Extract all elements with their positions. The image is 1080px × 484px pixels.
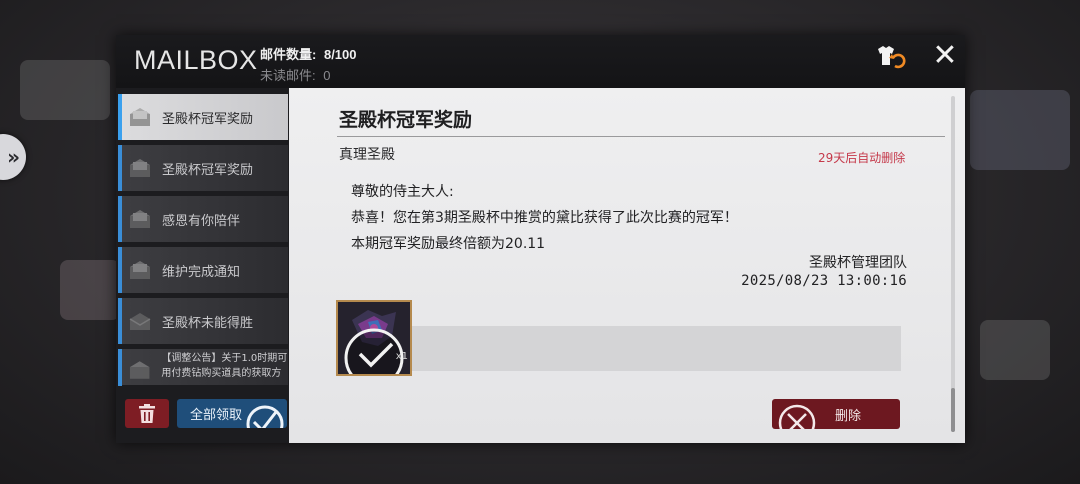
scrollbar-track[interactable] bbox=[951, 96, 955, 432]
unread-stripe bbox=[118, 349, 122, 386]
mail-list-item-label: 感恩有你陪伴 bbox=[162, 213, 241, 229]
mail-detail: 圣殿杯冠军奖励 真理圣殿 29天后自动删除 尊敬的侍主大人: 恭喜！您在第3期圣… bbox=[289, 88, 965, 443]
background-decoration bbox=[60, 260, 120, 320]
mail-title: 圣殿杯冠军奖励 bbox=[339, 109, 473, 131]
close-icon[interactable]: ✕ bbox=[930, 41, 960, 71]
mail-count-label: 邮件数量: bbox=[260, 47, 317, 62]
mail-date: 2025/08/23 13:00:16 bbox=[741, 273, 907, 289]
mail-list-item[interactable]: 圣殿杯冠军奖励 bbox=[118, 145, 288, 191]
background-decoration bbox=[980, 320, 1050, 380]
mail-icon bbox=[129, 361, 150, 379]
mailbox-title: MAILBOX bbox=[134, 45, 258, 75]
delete-mail-button[interactable]: 删除 bbox=[772, 399, 900, 429]
shirt-refresh-icon[interactable] bbox=[873, 45, 907, 71]
mail-icon bbox=[130, 108, 150, 126]
background-decoration bbox=[20, 60, 110, 120]
unread-count-label: 未读邮件: bbox=[260, 68, 316, 83]
mail-list-item-label: 圣殿杯冠军奖励 bbox=[162, 111, 254, 127]
mail-icon bbox=[130, 261, 150, 279]
mail-body-line: 本期冠军奖励最终倍额为20.11 bbox=[351, 236, 546, 252]
mail-body: 尊敬的侍主大人: 恭喜！您在第3期圣殿杯中推赏的黛比获得了此次比赛的冠军！ 本期… bbox=[351, 179, 738, 257]
unread-stripe bbox=[118, 145, 122, 191]
unread-stripe bbox=[118, 298, 122, 344]
chevron-right-icon: » bbox=[7, 145, 20, 169]
trash-icon bbox=[139, 403, 155, 423]
attachment-quantity: x1 bbox=[395, 351, 408, 362]
unread-stripe bbox=[118, 247, 122, 293]
unread-count-value: 0 bbox=[323, 68, 331, 83]
delete-mail-label: 删除 bbox=[835, 409, 862, 424]
check-circle-icon bbox=[246, 405, 284, 428]
mail-body-line: 恭喜！您在第3期圣殿杯中推赏的黛比获得了此次比赛的冠军！ bbox=[351, 210, 738, 226]
mail-list: 圣殿杯冠军奖励 圣殿杯冠军奖励 感恩有你陪伴 维护完成通知 圣殿杯未能得胜 【调… bbox=[116, 94, 289, 386]
mail-sender: 真理圣殿 bbox=[339, 147, 395, 163]
mail-expiry: 29天后自动删除 bbox=[818, 151, 906, 165]
attachment-bar bbox=[411, 326, 901, 371]
unread-count: 未读邮件: 0 bbox=[260, 65, 334, 84]
claim-all-button[interactable]: 全部领取 bbox=[177, 399, 287, 428]
mail-list-item[interactable]: 【调整公告】关于1.0时期可用付费钻购买道具的获取方 bbox=[118, 349, 288, 386]
cross-circle-icon bbox=[778, 404, 816, 429]
mail-list-item[interactable]: 圣殿杯冠军奖励 bbox=[118, 94, 288, 140]
delete-read-button[interactable] bbox=[125, 399, 169, 428]
mail-body-line: 尊敬的侍主大人: bbox=[351, 184, 454, 200]
mail-list-item-label: 维护完成通知 bbox=[162, 264, 241, 280]
mail-open-icon bbox=[129, 313, 151, 330]
expand-side-panel-button[interactable]: » bbox=[0, 134, 26, 180]
mail-icon bbox=[130, 210, 150, 228]
mailbox-header: MAILBOX 邮件数量: 8/100 未读邮件: 0 ✕ bbox=[116, 35, 965, 88]
mail-list-item-label: 圣殿杯冠军奖励 bbox=[162, 162, 254, 178]
mail-list-item-label: 圣殿杯未能得胜 bbox=[162, 315, 254, 331]
mail-icon bbox=[130, 159, 150, 177]
mail-count: 邮件数量: 8/100 bbox=[260, 44, 361, 63]
attachment-item[interactable]: x1 bbox=[336, 300, 412, 376]
claim-all-label: 全部领取 bbox=[190, 408, 243, 423]
mail-list-item[interactable]: 感恩有你陪伴 bbox=[118, 196, 288, 242]
mailbox-window: MAILBOX 邮件数量: 8/100 未读邮件: 0 ✕ 圣殿杯冠军奖励 圣殿… bbox=[116, 35, 965, 443]
scrollbar-thumb[interactable] bbox=[951, 388, 955, 432]
mail-signature: 圣殿杯管理团队 bbox=[809, 255, 907, 271]
mail-signoff: 圣殿杯管理团队 2025/08/23 13:00:16 bbox=[741, 254, 907, 290]
mail-list-item-label: 【调整公告】关于1.0时期可用付费钻购买道具的获取方 bbox=[161, 353, 288, 379]
unread-stripe bbox=[118, 94, 122, 140]
mail-count-value: 8/100 bbox=[323, 47, 357, 62]
mail-list-item[interactable]: 维护完成通知 bbox=[118, 247, 288, 293]
title-divider bbox=[337, 136, 945, 137]
background-decoration bbox=[970, 90, 1070, 170]
mail-list-item[interactable]: 圣殿杯未能得胜 bbox=[118, 298, 288, 344]
claimed-check-icon bbox=[344, 328, 404, 374]
unread-stripe bbox=[118, 196, 122, 242]
